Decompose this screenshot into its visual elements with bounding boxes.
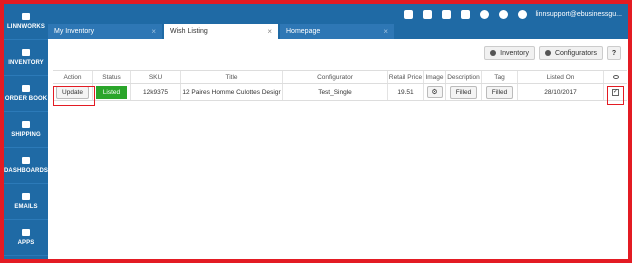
tab-homepage[interactable]: Homepage × — [280, 24, 394, 39]
column-header[interactable]: Configurator — [283, 71, 388, 83]
sidebar-item-label: LINNWORKS — [7, 24, 45, 30]
main-content: Inventory Configurators ? Action Status … — [48, 39, 628, 259]
column-header[interactable]: Status — [93, 71, 131, 83]
puzzle-icon — [22, 229, 30, 236]
close-icon[interactable]: × — [383, 27, 388, 36]
sidebar-item-dashboards[interactable]: DASHBOARDS — [4, 148, 48, 184]
column-header[interactable]: Listed On — [518, 71, 604, 83]
listed-on-cell: 28/10/2017 — [518, 84, 604, 100]
sidebar-item-emails[interactable]: EMAILS — [4, 184, 48, 220]
tag-filled-button[interactable]: Filled — [485, 85, 514, 99]
status-cell: Listed — [93, 84, 131, 100]
column-header[interactable]: Image — [424, 71, 446, 83]
configurators-button[interactable]: Configurators — [538, 46, 603, 60]
visibility-column-header[interactable] — [604, 71, 627, 83]
sidebar-item-label: APPS — [17, 240, 35, 246]
retail-price-cell: 19.51 — [388, 84, 424, 100]
user-email[interactable]: linnsupport@ebusinessgu... — [536, 11, 623, 18]
toolbar: Inventory Configurators ? — [484, 46, 621, 60]
sidebar-item-label: SHIPPING — [11, 132, 41, 138]
close-icon[interactable]: × — [151, 27, 156, 36]
sidebar-item-label: INVENTORY — [8, 60, 44, 66]
help-button[interactable]: ? — [607, 46, 621, 60]
order-book-icon — [22, 85, 30, 92]
tab-strip: My Inventory × Wish Listing × Homepage × — [48, 24, 628, 39]
sidebar-item-order-book[interactable]: ORDER BOOK — [4, 76, 48, 112]
close-icon[interactable]: × — [267, 27, 272, 36]
description-cell: Filled — [446, 84, 482, 100]
column-header[interactable]: Action — [53, 71, 93, 83]
bar-chart-icon — [22, 157, 30, 164]
tab-label: Homepage — [286, 28, 321, 35]
configurator-cell: Test_Single — [283, 84, 388, 100]
tab-my-inventory[interactable]: My Inventory × — [48, 24, 162, 39]
help-icon[interactable] — [479, 9, 489, 19]
listing-table: Action Status SKU Title Configurator Ret… — [53, 70, 627, 101]
linnworks-logo-icon — [22, 13, 30, 20]
envelope-icon — [22, 193, 30, 200]
checkbox-highlight — [607, 86, 624, 105]
sync-icon[interactable] — [403, 9, 413, 19]
image-cell: ⚙ — [424, 84, 446, 100]
sidebar-item-shipping[interactable]: SHIPPING — [4, 112, 48, 148]
megaphone-icon[interactable] — [441, 9, 451, 19]
tab-wish-listing[interactable]: Wish Listing × — [164, 24, 278, 39]
gear-icon[interactable]: ⚙ — [426, 86, 443, 98]
sidebar-item-linnworks[interactable]: LINNWORKS — [4, 4, 48, 40]
table-header: Action Status SKU Title Configurator Ret… — [53, 71, 627, 84]
user-icon[interactable] — [517, 9, 527, 19]
gear-icon — [544, 50, 551, 56]
column-header[interactable]: SKU — [131, 71, 181, 83]
sidebar-item-apps[interactable]: APPS — [4, 220, 48, 256]
inventory-icon — [490, 50, 497, 56]
update-highlight — [53, 86, 95, 106]
sidebar-item-label: ORDER BOOK — [4, 96, 48, 102]
configurators-button-label: Configurators — [554, 49, 597, 57]
chat-icon[interactable] — [460, 9, 470, 19]
mail-icon[interactable] — [422, 9, 432, 19]
column-header[interactable]: Title — [181, 71, 283, 83]
truck-icon — [22, 121, 30, 128]
description-filled-button[interactable]: Filled — [449, 85, 478, 99]
status-badge: Listed — [95, 85, 128, 99]
table-row: Update Listed 12k9375 12 Paires Homme Cu… — [53, 84, 627, 101]
column-header[interactable]: Tag — [482, 71, 518, 83]
sku-cell: 12k9375 — [131, 84, 181, 100]
sidebar-item-label: EMAILS — [14, 204, 38, 210]
tab-label: My Inventory — [54, 28, 95, 35]
tab-label: Wish Listing — [170, 28, 208, 35]
title-cell: 12 Paires Homme Culottes Desigr — [181, 84, 283, 100]
inventory-icon — [22, 49, 30, 56]
sidebar-item-inventory[interactable]: INVENTORY — [4, 40, 48, 76]
column-header[interactable]: Description — [446, 71, 482, 83]
sidebar: LINNWORKS INVENTORY ORDER BOOK SHIPPING … — [4, 4, 48, 259]
tag-cell: Filled — [482, 84, 518, 100]
top-bar: linnsupport@ebusinessgu... — [48, 4, 628, 24]
column-header[interactable]: Retail Price — [388, 71, 424, 83]
settings-gear-icon[interactable] — [498, 9, 508, 19]
inventory-button[interactable]: Inventory — [484, 46, 535, 60]
eye-icon — [612, 75, 619, 79]
inventory-button-label: Inventory — [500, 49, 529, 57]
sidebar-item-label: DASHBOARDS — [4, 168, 49, 174]
